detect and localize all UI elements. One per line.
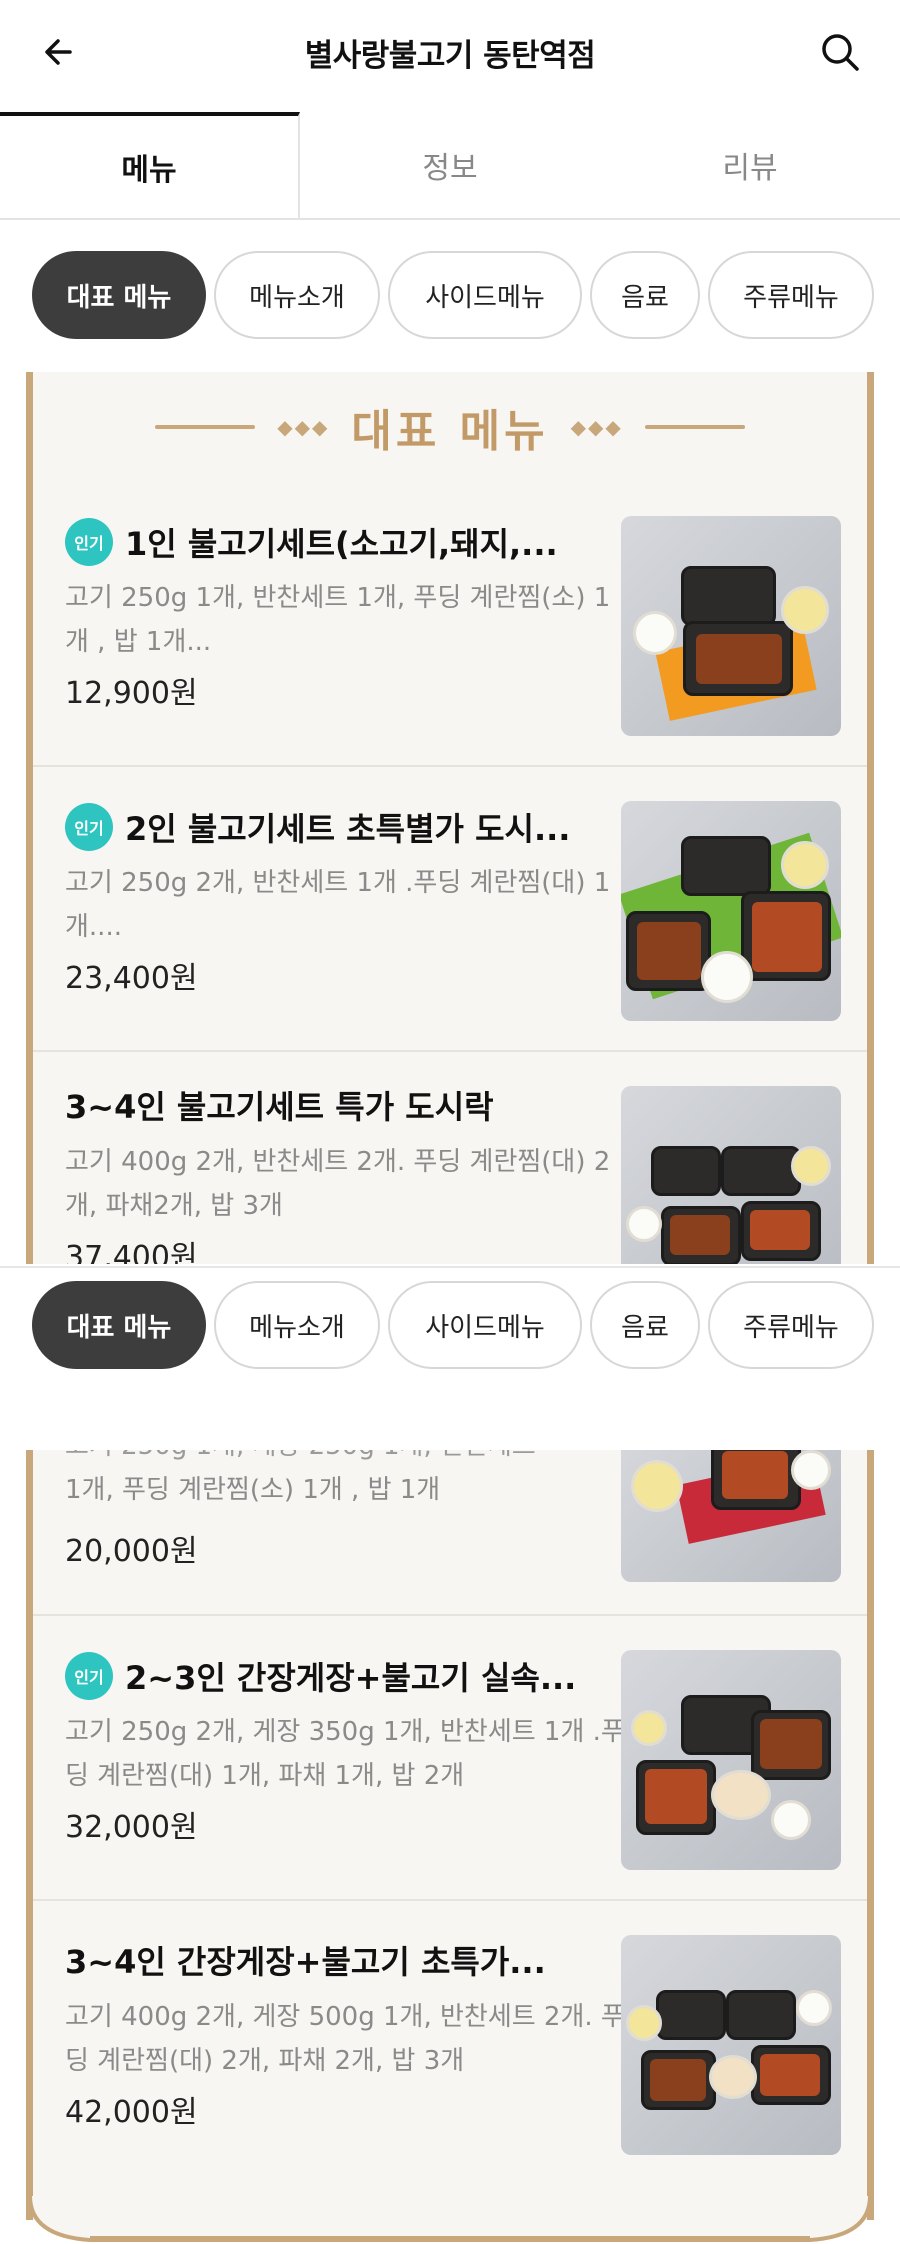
panel-bottom-ornament	[28, 2196, 872, 2242]
menu-item-price: 20,000원	[65, 1534, 198, 1569]
featured-menu-panel-continued: 고기 250g 1개, 게장 250g 1개, 반찬세트 1개, 푸딩 계란찜(…	[26, 1450, 874, 2220]
diamond-ornament-icon: ◆◆◆	[277, 415, 330, 439]
menu-item-price: 23,400원	[65, 961, 198, 996]
section-title: 대표 메뉴	[351, 406, 549, 457]
menu-item-photo	[621, 1086, 841, 1264]
menu-item-description: 고기 400g 2개, 반찬세트 2개. 푸딩 계란찜(대) 2개, 파채2개,…	[65, 1147, 611, 1221]
menu-item-name: 3~4인 불고기세트 특가 도시락	[65, 1082, 635, 1128]
main-tabs: 메뉴 정보 리뷰	[0, 112, 900, 220]
tab-menu[interactable]: 메뉴	[0, 112, 300, 218]
menu-item-title: 2~3인 간장게장+불고기 실속...	[125, 1659, 577, 1697]
chip-drinks[interactable]: 음료	[590, 251, 700, 339]
tab-review[interactable]: 리뷰	[600, 112, 900, 218]
menu-item-description: 고기 400g 2개, 게장 500g 1개, 반찬세트 2개. 푸딩 계란찜(…	[65, 2002, 625, 2076]
menu-item[interactable]: 3~4인 간장게장+불고기 초특가... 고기 400g 2개, 게장 500g…	[33, 1901, 867, 2186]
menu-item[interactable]: 인기 2인 불고기세트 초특별가 도시... 고기 250g 2개, 반찬세트 …	[33, 767, 867, 1052]
menu-item[interactable]: 고기 250g 1개, 게장 250g 1개, 반찬세트 1개, 푸딩 계란찜(…	[33, 1450, 867, 1616]
menu-item-name: 인기 1인 불고기세트(소고기,돼지,...	[65, 518, 635, 566]
menu-item-description-cut: 고기 250g 1개, 게장 250g 1개, 반찬세트	[65, 1450, 585, 1468]
menu-item-photo	[621, 516, 841, 736]
app-header: 별사랑불고기 동탄역점	[0, 0, 900, 110]
menu-item-name: 인기 2인 불고기세트 초특별가 도시...	[65, 803, 635, 851]
section-header: ◆◆◆ 대표 메뉴 ◆◆◆	[33, 372, 867, 482]
menu-item[interactable]: 인기 2~3인 간장게장+불고기 실속... 고기 250g 2개, 게장 35…	[33, 1616, 867, 1901]
menu-item-description: 고기 250g 2개, 게장 350g 1개, 반찬세트 1개 .푸딩 계란찜(…	[65, 1717, 625, 1791]
menu-item-price: 12,900원	[65, 676, 198, 711]
menu-item-photo	[621, 1450, 841, 1582]
chip-menu-intro[interactable]: 메뉴소개	[214, 1281, 380, 1369]
menu-item-description: 1개, 푸딩 계란찜(소) 1개 , 밥 1개	[65, 1475, 441, 1505]
chip-menu-intro[interactable]: 메뉴소개	[214, 251, 380, 339]
menu-item-title: 1인 불고기세트(소고기,돼지,...	[125, 525, 558, 563]
popular-badge: 인기	[65, 1652, 113, 1700]
popular-badge: 인기	[65, 803, 113, 851]
menu-item-description: 고기 250g 1개, 반찬세트 1개, 푸딩 계란찜(소) 1개 , 밥 1개…	[65, 583, 611, 657]
menu-item-title: 3~4인 불고기세트 특가 도시락	[65, 1088, 494, 1126]
tab-info[interactable]: 정보	[300, 112, 600, 218]
menu-item-price: 32,000원	[65, 1810, 198, 1845]
search-button[interactable]	[816, 28, 864, 76]
chip-liquor[interactable]: 주류메뉴	[708, 251, 874, 339]
chip-side-menu[interactable]: 사이드메뉴	[388, 1281, 582, 1369]
category-chips: 대표 메뉴 메뉴소개 사이드메뉴 음료 주류메뉴	[0, 240, 900, 350]
divider	[155, 425, 256, 429]
menu-item-description: 고기 250g 2개, 반찬세트 1개 .푸딩 계란찜(대) 1개....	[65, 868, 611, 942]
menu-item[interactable]: 3~4인 불고기세트 특가 도시락 고기 400g 2개, 반찬세트 2개. 푸…	[33, 1052, 867, 1264]
chip-drinks[interactable]: 음료	[590, 1281, 700, 1369]
menu-item-price: 42,000원	[65, 2095, 198, 2130]
popular-badge: 인기	[65, 518, 113, 566]
chip-side-menu[interactable]: 사이드메뉴	[388, 251, 582, 339]
page-title: 별사랑불고기 동탄역점	[304, 38, 596, 74]
menu-item-photo	[621, 1650, 841, 1870]
menu-item-title: 2인 불고기세트 초특별가 도시...	[125, 810, 571, 848]
menu-item-price: 37,400원	[65, 1240, 198, 1264]
menu-item-name: 인기 2~3인 간장게장+불고기 실속...	[65, 1652, 635, 1700]
chip-liquor[interactable]: 주류메뉴	[708, 1281, 874, 1369]
chip-featured[interactable]: 대표 메뉴	[32, 251, 206, 339]
menu-item-name: 3~4인 간장게장+불고기 초특가...	[65, 1937, 635, 1983]
featured-menu-panel: ◆◆◆ 대표 메뉴 ◆◆◆ 인기 1인 불고기세트(소고기,돼지,... 고기 …	[26, 372, 874, 1264]
category-chips-sticky: 대표 메뉴 메뉴소개 사이드메뉴 음료 주류메뉴	[0, 1266, 900, 1382]
menu-item[interactable]: 인기 1인 불고기세트(소고기,돼지,... 고기 250g 1개, 반찬세트 …	[33, 482, 867, 767]
menu-item-photo	[621, 1935, 841, 2155]
divider	[644, 425, 745, 429]
menu-item-title: 3~4인 간장게장+불고기 초특가...	[65, 1943, 546, 1981]
diamond-ornament-icon: ◆◆◆	[570, 415, 623, 439]
search-icon	[822, 34, 859, 71]
menu-item-photo	[621, 801, 841, 1021]
chip-featured[interactable]: 대표 메뉴	[32, 1281, 206, 1369]
